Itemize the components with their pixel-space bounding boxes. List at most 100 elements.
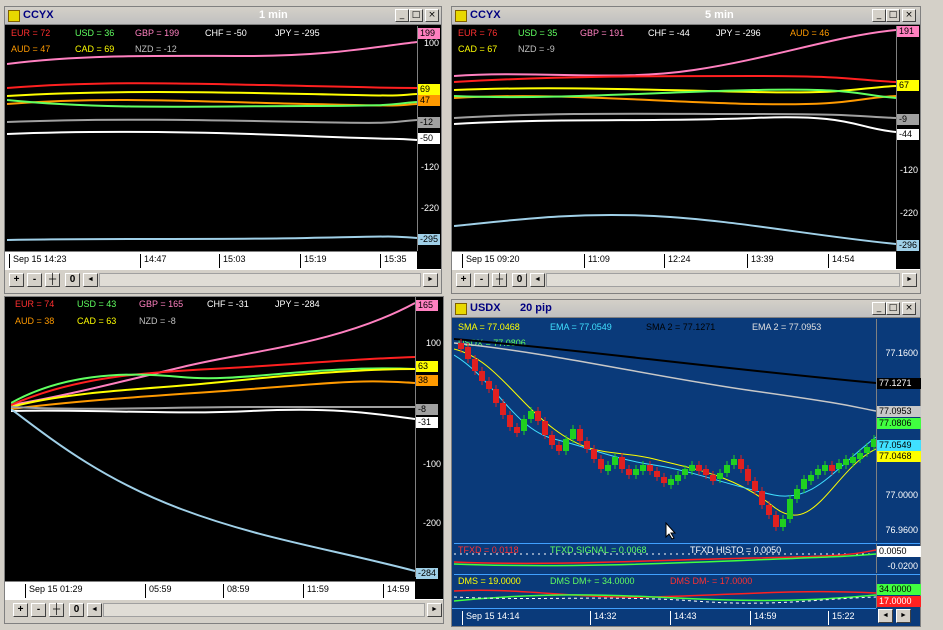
dms-plot (454, 589, 876, 604)
zoom-out-button[interactable]: - (27, 273, 42, 287)
chart-window-ccyx-daily[interactable]: EUR = 74 USD = 43 GBP = 165 CHF = -31 JP… (4, 296, 444, 624)
candle-body (850, 457, 856, 463)
candle-body (808, 475, 814, 481)
maximize-button[interactable]: □ (886, 302, 900, 315)
value-tag-jpy: -284 (416, 568, 438, 579)
scroll-left-button[interactable]: ◄ (83, 273, 98, 287)
window-title-bar[interactable]: USDX 20 pip _ □ × (452, 300, 920, 318)
zoom-out-button[interactable]: - (31, 603, 46, 617)
scroll-right-button[interactable]: ► (896, 609, 911, 623)
value-tag-nzd: -8 (416, 404, 438, 415)
time-label: 14:32 (590, 611, 617, 625)
grid-button[interactable]: ┼ (49, 603, 64, 617)
time-label: 11:09 (584, 254, 610, 268)
series-eur-line (7, 82, 417, 89)
series-chf-line (454, 116, 896, 133)
scroll-right-button[interactable]: ► (427, 603, 442, 617)
maximize-button[interactable]: □ (886, 9, 900, 22)
horizontal-scrollbar[interactable] (546, 273, 900, 287)
scroll-right-button[interactable]: ► (423, 273, 438, 287)
reset-zoom-button[interactable]: 0 (512, 273, 527, 287)
series-cad-line (7, 91, 417, 97)
value-tag-aud: 38 (416, 375, 438, 386)
candle-body (857, 453, 863, 459)
candle-body (843, 459, 849, 465)
candle-body (773, 515, 779, 527)
scale-label: -200 (422, 518, 441, 528)
zoom-in-button[interactable]: + (456, 273, 471, 287)
value-tag-chf: -44 (897, 129, 919, 140)
chart-window-ccyx-1min[interactable]: CCYX 1 min _ □ × EUR = 72 USD = 36 GBP =… (4, 6, 442, 294)
reset-zoom-button[interactable]: 0 (69, 603, 84, 617)
candle-body (647, 465, 653, 471)
grid-button[interactable]: ┼ (492, 273, 507, 287)
candle-body (591, 449, 597, 459)
chart-nav-bar: + - ┼ 0 ◄ ► (5, 599, 443, 623)
window-timeframe: 5 min (705, 9, 734, 21)
candle-body (731, 459, 737, 465)
window-timeframe: 20 pip (520, 302, 552, 314)
time-label: 14:59 (383, 584, 410, 598)
scroll-left-button[interactable]: ◄ (878, 609, 893, 623)
candle-body (486, 381, 492, 389)
maximize-button[interactable]: □ (409, 9, 423, 22)
candle-body (584, 441, 590, 449)
close-button[interactable]: × (902, 9, 916, 22)
horizontal-scrollbar[interactable] (103, 603, 425, 617)
time-label: Sep 15 09:20 (462, 254, 520, 268)
candle-body (703, 469, 709, 475)
window-symbol: CCYX (23, 9, 54, 21)
candle-body (556, 445, 562, 451)
price-scale: 100 -120 -220 199 69 47 -12 -50 -295 (417, 26, 441, 251)
scale-label: -220 (420, 203, 439, 213)
series-jpy-line (11, 408, 415, 572)
chart-window-ccyx-5min[interactable]: CCYX 5 min _ □ × EUR = 76 USD = 35 GBP =… (451, 6, 921, 294)
scroll-left-button[interactable]: ◄ (530, 273, 545, 287)
candle-body (563, 439, 569, 451)
window-title-bar[interactable]: CCYX 1 min _ □ × (5, 7, 441, 25)
candle-body (724, 465, 730, 473)
zoom-in-button[interactable]: + (13, 603, 28, 617)
time-label: 14:59 (750, 611, 777, 625)
minimize-button[interactable]: _ (872, 9, 886, 22)
close-button[interactable]: × (902, 302, 916, 315)
candle-body (689, 465, 695, 471)
value-tag-gbp: 191 (897, 26, 919, 37)
time-axis: Sep 15 14:23 14:47 15:03 15:19 15:35 (5, 251, 417, 269)
close-button[interactable]: × (425, 9, 439, 22)
candle-body (752, 481, 758, 491)
candle-body (605, 465, 611, 471)
candle-body (696, 465, 702, 471)
scale-label: -0.0200 (887, 561, 918, 571)
candle-body (521, 419, 527, 431)
scroll-left-button[interactable]: ◄ (87, 603, 102, 617)
candle-body (465, 347, 471, 359)
minimize-button[interactable]: _ (872, 302, 886, 315)
candle-body (675, 475, 681, 481)
time-label: 15:35 (380, 254, 407, 268)
window-symbol: CCYX (470, 9, 501, 21)
grid-button[interactable]: ┼ (45, 273, 60, 287)
candle-body (682, 469, 688, 475)
candle-body (542, 421, 548, 435)
candle-body (549, 435, 555, 445)
zoom-in-button[interactable]: + (9, 273, 24, 287)
value-tag-ema2: 77.0953 (877, 406, 921, 417)
price-scale: -120 -220 191 67 -9 -44 -296 (896, 26, 920, 251)
chart-window-usdx-20pip[interactable]: USDX 20 pip _ □ × SMA = 77.0468 EMA = 77… (451, 299, 921, 627)
candle-body (717, 473, 723, 479)
horizontal-scrollbar[interactable] (99, 273, 421, 287)
time-label: Sep 15 14:14 (462, 611, 520, 625)
reset-zoom-button[interactable]: 0 (65, 273, 80, 287)
scroll-right-button[interactable]: ► (902, 273, 917, 287)
minimize-button[interactable]: _ (395, 9, 409, 22)
time-label: 08:59 (223, 584, 250, 598)
value-tag-tfxd-histo: 0.0050 (877, 546, 921, 557)
zoom-out-button[interactable]: - (474, 273, 489, 287)
tfxd-scale: 0.0050 -0.0200 (876, 543, 921, 573)
time-axis: Sep 15 01:29 05:59 08:59 11:59 14:59 (5, 581, 415, 599)
series-nzd-line (7, 118, 417, 124)
window-title-bar[interactable]: CCYX 5 min _ □ × (452, 7, 920, 25)
line-chart-plot (11, 302, 415, 572)
tfxd-plot (454, 549, 876, 567)
